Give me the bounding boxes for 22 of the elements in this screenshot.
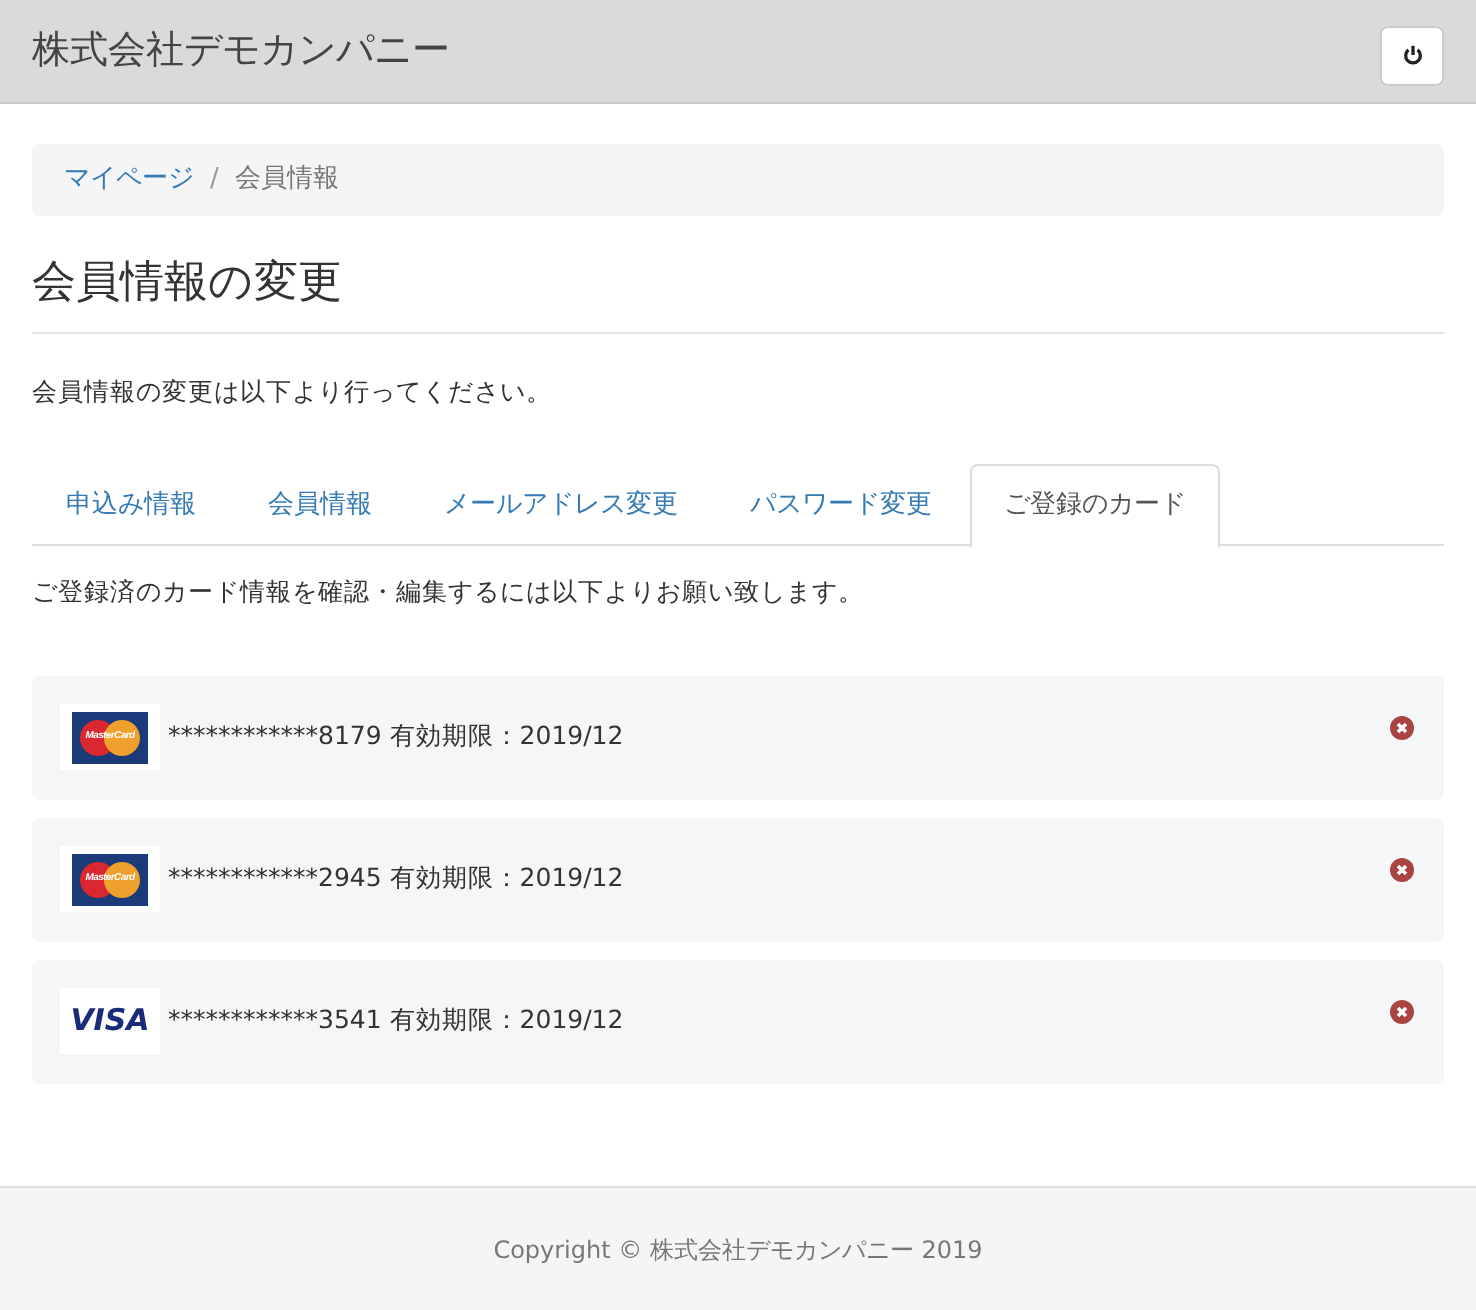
page-heading: 会員情報の変更	[32, 250, 1444, 334]
power-icon	[1401, 44, 1423, 66]
visa-logo: VISA	[60, 988, 160, 1054]
breadcrumb-current: 会員情報	[234, 162, 339, 199]
card-info: ************8179 有効期限：2019/12	[168, 718, 624, 755]
remove-icon[interactable]	[1390, 999, 1414, 1023]
power-button[interactable]	[1380, 25, 1444, 85]
tab[interactable]: ご登録のカード	[970, 463, 1220, 548]
remove-icon[interactable]	[1390, 715, 1414, 739]
intro-text: 会員情報の変更は以下より行ってください。	[32, 374, 554, 410]
site-title: 株式会社デモカンパニー	[32, 26, 450, 77]
breadcrumb-separator: /	[210, 162, 219, 199]
tab[interactable]: パスワード変更	[716, 463, 966, 546]
card-info: ************3541 有効期限：2019/12	[168, 1002, 624, 1039]
tab-description: ご登録済のカード情報を確認・編集するには以下よりお願い致します。	[32, 573, 866, 610]
copyright-text: Copyright © 株式会社デモカンパニー 2019	[493, 1233, 983, 1267]
card-info: ************2945 有効期限：2019/12	[168, 860, 624, 897]
tab[interactable]: 会員情報	[234, 463, 406, 546]
remove-icon[interactable]	[1390, 857, 1414, 881]
tab[interactable]: 申込み情報	[32, 463, 230, 546]
tab[interactable]: メールアドレス変更	[410, 463, 712, 546]
breadcrumb-link[interactable]: マイページ	[64, 160, 194, 200]
